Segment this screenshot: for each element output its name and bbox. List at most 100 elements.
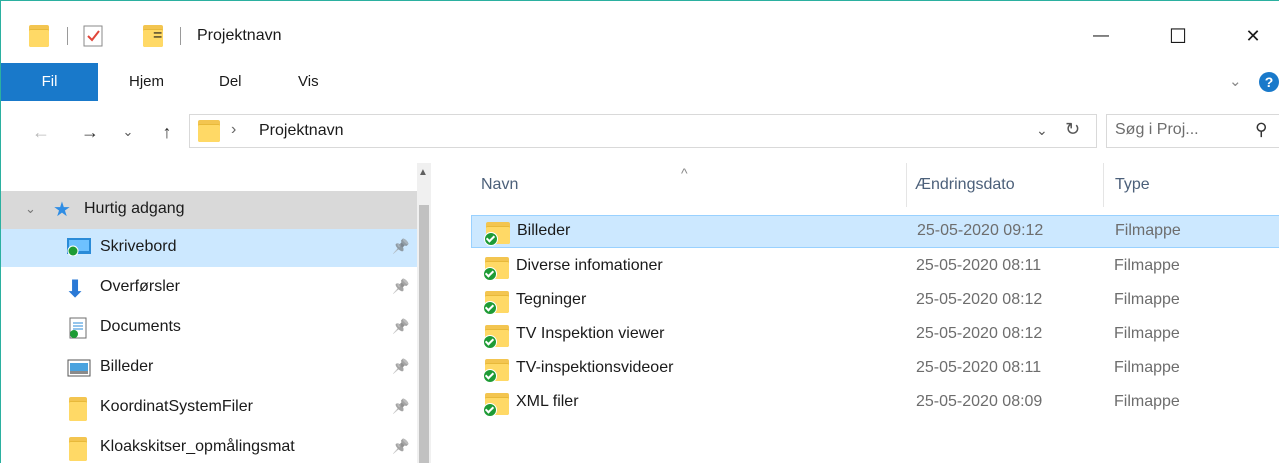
sync-status-icon (483, 267, 497, 281)
sync-status-icon (483, 301, 497, 315)
sidebar-item-billeder[interactable]: Billeder 📌 (1, 349, 417, 387)
pin-icon[interactable]: 📌 (392, 318, 409, 335)
close-button[interactable]: ✕ (1233, 19, 1273, 53)
sort-ascending-icon: ^ (681, 165, 688, 181)
pin-icon[interactable]: 📌 (392, 238, 409, 255)
ribbon-collapse-icon[interactable]: ⌄ (1229, 63, 1242, 101)
scrollbar-thumb[interactable] (419, 205, 429, 463)
search-icon[interactable]: ⚲ (1255, 120, 1267, 140)
tab-fil[interactable]: Fil (1, 63, 98, 101)
pin-icon[interactable]: 📌 (392, 358, 409, 375)
file-name: XML filer (516, 393, 579, 410)
tab-vis[interactable]: Vis (298, 63, 319, 101)
sidebar-item-label: KoordinatSystemFiler (100, 398, 253, 415)
minimize-button[interactable]: — (1081, 19, 1121, 53)
chevron-down-icon[interactable]: ⌄ (25, 201, 36, 217)
sidebar-item-documents[interactable]: Documents 📌 (1, 309, 417, 347)
folder-icon (69, 397, 87, 421)
folder-icon (483, 257, 509, 281)
desktop-icon (67, 238, 91, 257)
forward-button[interactable]: → (78, 118, 102, 146)
file-type: Filmappe (1115, 222, 1181, 239)
folder-icon (483, 393, 509, 417)
file-row-diverse-infomationer[interactable]: Diverse infomationer 25-05-2020 08:11 Fi… (471, 251, 1279, 284)
search-input[interactable] (1115, 121, 1245, 139)
sidebar-item-skrivebord[interactable]: Skrivebord 📌 (1, 229, 417, 267)
sidebar-item-label: Kloakskitser_opmålingsmat (100, 438, 295, 455)
window-title: Projektnavn (197, 27, 282, 44)
tab-del[interactable]: Del (219, 63, 242, 101)
pin-icon[interactable]: 📌 (392, 278, 409, 295)
sidebar-item-koordinatsystemfiler[interactable]: KoordinatSystemFiler 📌 (1, 389, 417, 427)
title-bar: = Projektnavn — ☐ ✕ (1, 1, 1279, 63)
navigation-pane-scrollbar[interactable]: ▲ (417, 163, 431, 463)
tab-hjem[interactable]: Hjem (129, 63, 164, 101)
file-type: Filmappe (1114, 359, 1180, 376)
file-type: Filmappe (1114, 291, 1180, 308)
file-row-xml-filer[interactable]: XML filer 25-05-2020 08:09 Filmappe (471, 387, 1279, 420)
address-bar[interactable]: › Projektnavn ⌄ ↻ (189, 114, 1097, 148)
sidebar-item-overforsler[interactable]: ⬇ Overførsler 📌 (1, 269, 417, 307)
help-icon[interactable]: ? (1259, 72, 1279, 92)
file-date: 25-05-2020 08:09 (916, 393, 1043, 410)
column-header-navn[interactable]: Navn (481, 163, 518, 207)
back-button[interactable]: ← (29, 118, 53, 146)
file-name: TV Inspektion viewer (516, 325, 665, 342)
file-row-billeder[interactable]: Billeder 25-05-2020 09:12 Filmappe (471, 215, 1279, 248)
sidebar-item-label: Overførsler (100, 278, 180, 295)
scroll-up-arrow[interactable]: ▲ (418, 167, 428, 178)
pictures-icon (67, 359, 91, 377)
sidebar-item-label: Billeder (100, 358, 154, 375)
folder-icon (198, 120, 220, 142)
file-list: ^ Navn Ændringsdato Type Billeder 25-05-… (451, 163, 1279, 463)
column-header-type[interactable]: Type (1115, 163, 1150, 207)
up-button[interactable]: ↑ (155, 118, 179, 146)
sidebar-item-kloakskitser[interactable]: Kloakskitser_opmålingsmat 📌 (1, 429, 417, 463)
column-divider[interactable] (906, 163, 907, 207)
folder-icon[interactable] (29, 25, 49, 47)
file-date: 25-05-2020 08:11 (916, 359, 1042, 376)
file-type: Filmappe (1114, 325, 1180, 342)
customize-qat-icon[interactable]: = (153, 27, 162, 53)
folder-icon (483, 359, 509, 383)
sync-status-icon (484, 232, 498, 246)
folder-icon (69, 437, 87, 461)
recent-locations-icon[interactable]: ⌄ (119, 118, 137, 146)
navigation-bar: ← → ⌄ ↑ › Projektnavn ⌄ ↻ ⚲ (1, 101, 1279, 163)
breadcrumb-separator[interactable]: › (231, 121, 236, 139)
sync-status-icon (483, 369, 497, 383)
pin-icon[interactable]: 📌 (392, 438, 409, 455)
explorer-window: = Projektnavn — ☐ ✕ Fil Hjem Del Vis ⌄ ?… (0, 0, 1279, 463)
sidebar-section-label: Hurtig adgang (84, 200, 185, 217)
column-header-aendringsdato[interactable]: Ændringsdato (915, 163, 1015, 207)
sidebar-item-label: Documents (100, 318, 181, 335)
file-name: Billeder (517, 222, 571, 239)
file-type: Filmappe (1114, 393, 1180, 410)
file-row-tv-inspektion-viewer[interactable]: TV Inspektion viewer 25-05-2020 08:12 Fi… (471, 319, 1279, 352)
file-date: 25-05-2020 08:11 (916, 257, 1042, 274)
address-dropdown-icon[interactable]: ⌄ (1036, 122, 1048, 139)
properties-icon[interactable] (83, 25, 103, 47)
documents-icon (69, 317, 87, 339)
file-name: TV-inspektionsvideoer (516, 359, 674, 376)
downloads-icon: ⬇ (65, 276, 86, 303)
sync-status-icon (483, 335, 497, 349)
file-row-tegninger[interactable]: Tegninger 25-05-2020 08:12 Filmappe (471, 285, 1279, 318)
search-box[interactable]: ⚲ (1106, 114, 1279, 148)
sidebar-section-hurtig-adgang[interactable]: ⌄ ★ Hurtig adgang (1, 191, 417, 229)
refresh-icon[interactable]: ↻ (1065, 119, 1080, 140)
separator (67, 27, 68, 45)
folder-icon (484, 222, 510, 246)
file-name: Diverse infomationer (516, 257, 663, 274)
navigation-pane: ⌄ ★ Hurtig adgang Skrivebord 📌 ⬇ Overfør… (1, 163, 431, 463)
file-date: 25-05-2020 09:12 (917, 222, 1044, 239)
column-divider[interactable] (1103, 163, 1104, 207)
file-row-tv-inspektionsvideoer[interactable]: TV-inspektionsvideoer 25-05-2020 08:11 F… (471, 353, 1279, 386)
folder-icon (483, 325, 509, 349)
maximize-button[interactable]: ☐ (1158, 19, 1198, 53)
breadcrumb-projektnavn[interactable]: Projektnavn (259, 122, 344, 140)
file-name: Tegninger (516, 291, 587, 308)
sidebar-item-label: Skrivebord (100, 238, 177, 255)
pin-icon[interactable]: 📌 (392, 398, 409, 415)
folder-icon (483, 291, 509, 315)
